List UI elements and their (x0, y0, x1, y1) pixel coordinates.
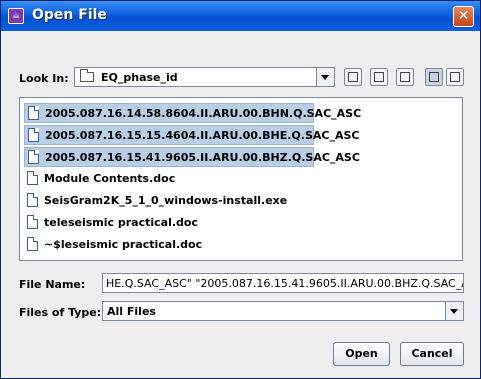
title-bar[interactable]: ☕ Open File ✕ (1, 1, 480, 31)
cancel-button[interactable]: Cancel (400, 342, 464, 366)
list-view-icon (429, 72, 439, 82)
file-name-field[interactable]: HE.Q.SAC_ASC" "2005.087.16.15.41.9605.II… (102, 273, 464, 293)
list-item[interactable]: 2005.087.16.15.15.4604.II.ARU.00.BHE.Q.S… (24, 125, 359, 145)
file-icon (27, 237, 38, 251)
file-type-dropdown[interactable]: All Files (102, 301, 464, 321)
file-name-label: File Name: (19, 278, 86, 291)
file-icon (28, 106, 39, 120)
up-one-level-button[interactable] (344, 68, 362, 86)
file-icon (27, 171, 38, 185)
list-item[interactable]: teleseismic practical.doc (24, 213, 314, 233)
details-view-button[interactable] (446, 68, 464, 86)
file-name: 2005.087.16.14.58.8604.II.ARU.00.BHN.Q.S… (45, 107, 362, 120)
look-in-label: Look In: (19, 72, 69, 85)
file-icon (28, 128, 39, 142)
look-in-value: EQ_phase_id (101, 71, 178, 84)
list-item[interactable]: Module Contents.doc (24, 169, 314, 189)
home-button[interactable] (370, 68, 388, 86)
list-item[interactable]: SeisGram2K_5_1_0_windows-install.exe (24, 191, 314, 211)
file-icon (27, 193, 38, 207)
folder-icon (80, 69, 94, 82)
up-folder-icon (348, 72, 358, 82)
list-item[interactable]: 2005.087.16.15.41.9605.II.ARU.00.BHZ.Q.S… (24, 147, 360, 167)
file-type-label: Files of Type: (19, 306, 102, 319)
new-folder-button[interactable] (396, 68, 414, 86)
file-name: 2005.087.16.15.15.4604.II.ARU.00.BHE.Q.S… (45, 129, 360, 142)
chevron-down-icon[interactable] (316, 68, 334, 86)
new-folder-icon (400, 72, 410, 82)
java-cup-icon: ☕ (8, 8, 24, 24)
file-name: teleseismic practical.doc (44, 216, 198, 229)
close-icon: ✕ (457, 8, 470, 24)
file-name: 2005.087.16.15.41.9605.II.ARU.00.BHZ.Q.S… (45, 151, 360, 164)
file-type-value: All Files (107, 305, 156, 318)
file-name: Module Contents.doc (44, 172, 176, 185)
look-in-dropdown[interactable]: EQ_phase_id (74, 67, 335, 87)
window-title: Open File (32, 7, 107, 23)
list-item[interactable]: ~$leseismic practical.doc (24, 235, 314, 255)
file-icon (27, 215, 38, 229)
list-item[interactable]: 2005.087.16.14.58.8604.II.ARU.00.BHN.Q.S… (24, 103, 361, 123)
close-button[interactable]: ✕ (453, 6, 474, 27)
file-name: ~$leseismic practical.doc (44, 238, 203, 251)
file-list[interactable]: 2005.087.16.14.58.8604.II.ARU.00.BHN.Q.S… (19, 97, 463, 261)
list-view-button[interactable] (425, 68, 443, 86)
open-button[interactable]: Open (333, 342, 390, 366)
open-file-dialog: ☕ Open File ✕ Look In: EQ_phase_id 2005.… (0, 0, 481, 379)
file-name: SeisGram2K_5_1_0_windows-install.exe (44, 194, 288, 207)
file-icon (28, 150, 39, 164)
chevron-down-icon[interactable] (445, 302, 463, 320)
details-view-icon (450, 72, 460, 82)
home-icon (374, 72, 384, 82)
